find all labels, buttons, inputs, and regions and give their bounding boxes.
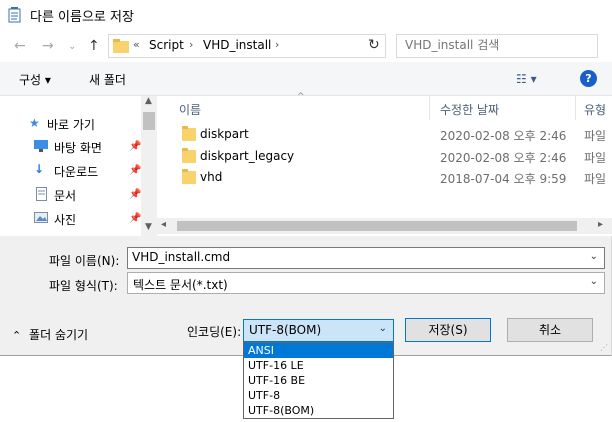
horizontal-scrollbar[interactable]: ◂ ▸ [157, 218, 612, 234]
file-list: ^ 이름 수정한 날짜 유형 diskpart 2020-02-08 오후 2:… [157, 92, 612, 236]
nav-item-downloads[interactable]: 다운로드 [54, 163, 98, 180]
scroll-left-icon[interactable]: ◂ [161, 219, 166, 230]
column-divider[interactable] [429, 96, 430, 120]
breadcrumb-item[interactable]: Script [149, 38, 184, 52]
scroll-right-icon[interactable]: ▸ [598, 219, 603, 230]
filename-label: 파일 이름(N): [49, 254, 120, 268]
file-date: 2020-02-08 오후 2:46 [440, 129, 567, 143]
scroll-up-icon[interactable]: ▲ [145, 96, 152, 106]
chevron-down-icon[interactable]: ⌄ [68, 41, 76, 52]
column-header-type[interactable]: 유형 [584, 101, 606, 118]
nav-item-desktop[interactable]: 바탕 화면 [54, 139, 102, 156]
chevron-down-icon[interactable]: ⌄ [379, 323, 387, 334]
scrollbar-thumb[interactable] [177, 221, 577, 231]
command-bar: 구성 ▾ 새 폴더 ☷ ▾ ? [0, 62, 612, 96]
desktop-icon [34, 140, 48, 152]
chevron-down-icon[interactable]: ⌄ [590, 276, 598, 287]
save-button[interactable]: 저장(S) [405, 318, 491, 342]
pin-icon: 📌 [129, 213, 142, 224]
file-type: 파일 [584, 129, 607, 143]
refresh-icon[interactable]: ↻ [368, 37, 380, 53]
sort-ascending-icon: ^ [297, 92, 305, 102]
filetype-select[interactable]: 텍스트 문서(*.txt) ⌄ [127, 272, 605, 294]
file-name[interactable]: diskpart_legacy [200, 149, 294, 163]
pictures-icon [34, 212, 48, 223]
notepad-icon [8, 7, 21, 23]
chevron-up-icon: ⌃ [12, 329, 22, 342]
file-name[interactable]: vhd [200, 170, 222, 184]
filename-input[interactable] [132, 250, 572, 264]
nav-item-documents[interactable]: 문서 [54, 187, 76, 204]
hide-folders-toggle[interactable]: ⌃ 폴더 숨기기 [12, 326, 88, 343]
nav-pane-scrollbar[interactable]: ▲ ▼ [141, 96, 157, 236]
nav-item-pictures[interactable]: 사진 [54, 211, 76, 228]
folder-icon [182, 169, 196, 184]
filetype-label: 파일 형식(T): [49, 279, 118, 293]
title-bar: 다른 이름으로 저장 [0, 0, 612, 30]
encoding-option-ansi[interactable]: ANSI [244, 343, 393, 358]
file-date: 2018-07-04 오후 9:59 [440, 172, 567, 186]
column-header-date[interactable]: 수정한 날짜 [440, 101, 499, 118]
file-row[interactable]: diskpart 2020-02-08 오후 2:46 파일 [157, 125, 612, 147]
forward-arrow-icon[interactable]: → [42, 38, 54, 54]
download-icon: ↓ [34, 162, 45, 176]
help-icon[interactable]: ? [580, 70, 597, 87]
encoding-label: 인코딩(E): [187, 325, 242, 339]
pin-icon: 📌 [129, 189, 142, 200]
breadcrumb-item[interactable]: VHD_install [203, 38, 271, 52]
column-header-name[interactable]: 이름 [179, 101, 201, 118]
scrollbar-thumb[interactable] [143, 112, 155, 130]
encoding-option-utf16le[interactable]: UTF-16 LE [244, 358, 393, 373]
encoding-select[interactable]: UTF-8(BOM) ⌄ [243, 319, 394, 342]
document-icon [36, 187, 47, 201]
scroll-down-icon[interactable]: ▼ [145, 222, 152, 232]
filename-field[interactable]: ⌄ [127, 247, 605, 269]
encoding-value: UTF-8(BOM) [249, 323, 322, 337]
search-input[interactable] [405, 38, 575, 52]
search-box[interactable] [396, 34, 598, 58]
encoding-option-utf8bom[interactable]: UTF-8(BOM) [244, 403, 393, 418]
view-options-button[interactable]: ☷ ▾ [516, 72, 537, 86]
navigation-bar: ← → ⌄ ↑ « Script › VHD_install › ⌄ ↻ [0, 30, 612, 62]
up-arrow-icon[interactable]: ↑ [88, 38, 100, 54]
resize-grip-icon[interactable]: ⋰ [600, 343, 608, 352]
file-name[interactable]: diskpart [200, 127, 249, 141]
file-type: 파일 [584, 172, 607, 186]
navigation-pane: ★ 바로 가기 바탕 화면 📌 ↓ 다운로드 📌 문서 📌 사진 📌 ▲ ▼ [0, 96, 157, 236]
chevron-right-icon[interactable]: › [189, 38, 193, 51]
address-bar[interactable]: « Script › VHD_install › ⌄ [108, 34, 450, 58]
folder-icon [182, 148, 196, 163]
organize-button[interactable]: 구성 ▾ [19, 71, 51, 88]
column-divider[interactable] [575, 96, 576, 120]
window-title: 다른 이름으로 저장 [30, 10, 134, 25]
pin-icon: 📌 [129, 141, 142, 152]
file-row[interactable]: vhd 2018-07-04 오후 9:59 파일 [157, 168, 612, 190]
new-folder-button[interactable]: 새 폴더 [89, 71, 126, 88]
folder-icon [113, 39, 129, 53]
encoding-option-utf8[interactable]: UTF-8 [244, 388, 393, 403]
star-icon: ★ [29, 116, 40, 130]
chevron-down-icon[interactable]: ⌄ [590, 251, 598, 262]
nav-item-quick-access[interactable]: 바로 가기 [47, 116, 95, 133]
pin-icon: 📌 [129, 165, 142, 176]
file-row[interactable]: diskpart_legacy 2020-02-08 오후 2:46 파일 [157, 147, 612, 169]
cancel-button[interactable]: 취소 [507, 318, 593, 342]
file-date: 2020-02-08 오후 2:46 [440, 151, 567, 165]
filetype-value: 텍스트 문서(*.txt) [133, 278, 228, 292]
encoding-option-utf16be[interactable]: UTF-16 BE [244, 373, 393, 388]
encoding-dropdown-list: ANSI UTF-16 LE UTF-16 BE UTF-8 UTF-8(BOM… [243, 342, 394, 419]
chevron-right-icon[interactable]: › [275, 38, 279, 51]
folder-icon [182, 126, 196, 141]
breadcrumb-overflow[interactable]: « [133, 38, 140, 51]
back-arrow-icon[interactable]: ← [14, 38, 26, 54]
save-as-dialog: 다른 이름으로 저장 ← → ⌄ ↑ « Script › VHD_instal… [0, 0, 612, 356]
hide-folders-label: 폴더 숨기기 [29, 328, 89, 342]
file-type: 파일 [584, 151, 607, 165]
